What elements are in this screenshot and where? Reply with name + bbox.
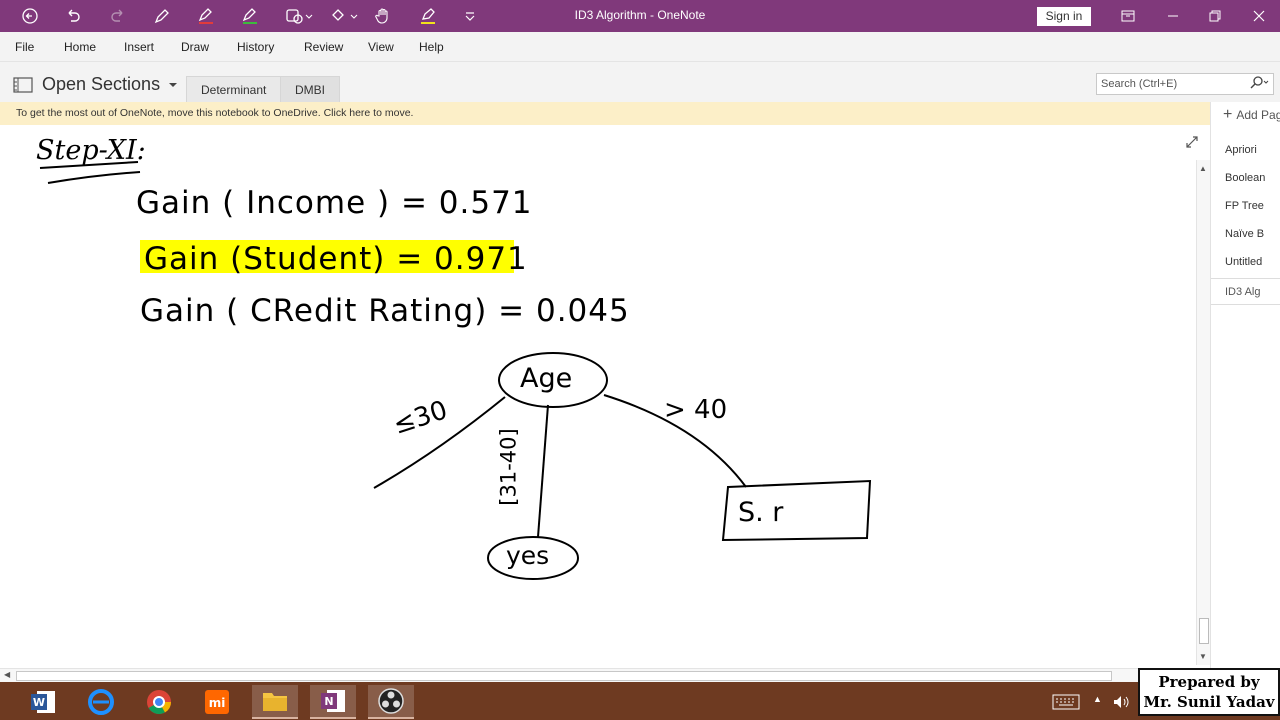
menu-review[interactable]: Review: [304, 40, 343, 54]
menu-draw[interactable]: Draw: [181, 40, 209, 54]
svg-text:mi: mi: [209, 696, 226, 710]
note-canvas[interactable]: Step-XI: Gain ( Income ) = 0.571 Gain (S…: [0, 125, 1196, 668]
minimize-icon[interactable]: [1162, 6, 1184, 26]
svg-text:N: N: [324, 695, 333, 708]
pen-icon[interactable]: [152, 6, 172, 26]
leaf-label-yes: yes: [506, 541, 550, 570]
chrome-icon[interactable]: [136, 685, 182, 719]
highlighter-icon[interactable]: [418, 6, 438, 26]
redo-icon[interactable]: [108, 6, 128, 26]
tray-chevron-up-icon[interactable]: ▲: [1093, 694, 1102, 704]
menu-help[interactable]: Help: [419, 40, 444, 54]
restore-icon[interactable]: [1204, 6, 1226, 26]
onenote-icon[interactable]: N: [310, 685, 356, 719]
open-sections-label: Open Sections: [42, 74, 161, 94]
add-page-button[interactable]: + Add Pag: [1223, 106, 1280, 124]
svg-text:W: W: [33, 696, 45, 709]
hand-icon[interactable]: [373, 6, 393, 26]
menu-insert[interactable]: Insert: [124, 40, 154, 54]
chevron-down-icon: [169, 82, 178, 87]
title-bar: ID3 Algorithm - OneNote Sign in: [0, 0, 1280, 32]
vertical-scroll-thumb[interactable]: [1199, 618, 1209, 644]
ribbon-menu: File Home Insert Draw History Review Vie…: [0, 32, 1280, 62]
more-icon[interactable]: [460, 6, 480, 26]
scroll-left-icon[interactable]: ◀: [4, 670, 10, 679]
root-label-age: Age: [520, 363, 573, 394]
heading-step: Step-XI:: [36, 135, 146, 166]
page-list: + Add Pag Apriori Boolean FP Tree Naïve B…: [1210, 102, 1280, 668]
file-explorer-icon[interactable]: [252, 685, 298, 719]
watermark: Prepared by Mr. Sunil Yadav: [1138, 668, 1280, 716]
sign-in-button[interactable]: Sign in: [1037, 7, 1091, 26]
page-item-naive-b[interactable]: Naïve B: [1211, 221, 1280, 248]
vertical-scrollbar[interactable]: ▲ ▼: [1196, 160, 1210, 665]
lasso-icon[interactable]: [330, 6, 360, 26]
keyboard-icon[interactable]: [1052, 694, 1080, 713]
red-pen-icon[interactable]: [196, 6, 216, 26]
open-sections-dropdown[interactable]: Open Sections: [12, 74, 178, 95]
search-icon[interactable]: [1249, 76, 1269, 90]
shapes-icon[interactable]: [285, 6, 315, 26]
heading-underline-2: [47, 171, 141, 184]
scroll-down-icon[interactable]: ▼: [1199, 652, 1207, 661]
section-bar: Open Sections Determinant DMBI Search (C…: [0, 62, 1280, 102]
edge-icon[interactable]: [78, 685, 124, 719]
search-placeholder: Search (Ctrl+E): [1101, 78, 1178, 90]
gain-credit-text: Gain ( CRedit Rating) = 0.045: [140, 293, 630, 329]
fullscreen-icon[interactable]: [1117, 6, 1139, 26]
branch-label-middle: [31-40]: [496, 428, 521, 506]
edge-middle: [537, 404, 549, 538]
tab-determinant[interactable]: Determinant: [186, 76, 282, 102]
watermark-line2: Mr. Sunil Yadav: [1143, 693, 1275, 711]
volume-icon[interactable]: [1112, 694, 1130, 713]
leaf-label-box: S. r: [738, 497, 784, 528]
obs-icon[interactable]: [368, 685, 414, 719]
horizontal-scroll-thumb[interactable]: [16, 671, 1112, 681]
branch-label-right: > 40: [664, 395, 728, 425]
menu-history[interactable]: History: [237, 40, 274, 54]
plus-icon: +: [1223, 106, 1233, 123]
gain-income-text: Gain ( Income ) = 0.571: [136, 185, 533, 221]
menu-home[interactable]: Home: [64, 40, 96, 54]
watermark-line1: Prepared by: [1158, 673, 1260, 691]
taskbar: W mi N ▲: [0, 682, 1280, 720]
gain-student-text: Gain (Student) = 0.971: [144, 241, 528, 277]
page-item-apriori[interactable]: Apriori: [1211, 137, 1280, 164]
undo-icon[interactable]: [63, 6, 83, 26]
onedrive-banner[interactable]: To get the most out of OneNote, move thi…: [0, 102, 1210, 125]
word-icon[interactable]: W: [20, 685, 66, 719]
tab-dmbi[interactable]: DMBI: [280, 76, 340, 102]
page-item-fp-tree[interactable]: FP Tree: [1211, 193, 1280, 220]
menu-view[interactable]: View: [368, 40, 394, 54]
close-icon[interactable]: [1248, 6, 1270, 26]
back-icon[interactable]: [20, 6, 40, 26]
page-item-id3-alg[interactable]: ID3 Alg: [1211, 278, 1280, 305]
menu-file[interactable]: File: [15, 40, 34, 54]
scroll-up-icon[interactable]: ▲: [1199, 164, 1207, 173]
page-item-boolean[interactable]: Boolean: [1211, 165, 1280, 192]
horizontal-scrollbar[interactable]: ◀: [0, 668, 1138, 682]
page-item-untitled[interactable]: Untitled: [1211, 249, 1280, 276]
search-input[interactable]: Search (Ctrl+E): [1096, 73, 1274, 95]
expand-icon[interactable]: [1185, 135, 1199, 154]
notebook-icon: [13, 76, 33, 93]
green-pen-icon[interactable]: [240, 6, 260, 26]
add-page-label: Add Pag: [1236, 108, 1280, 122]
mi-icon[interactable]: mi: [194, 685, 240, 719]
